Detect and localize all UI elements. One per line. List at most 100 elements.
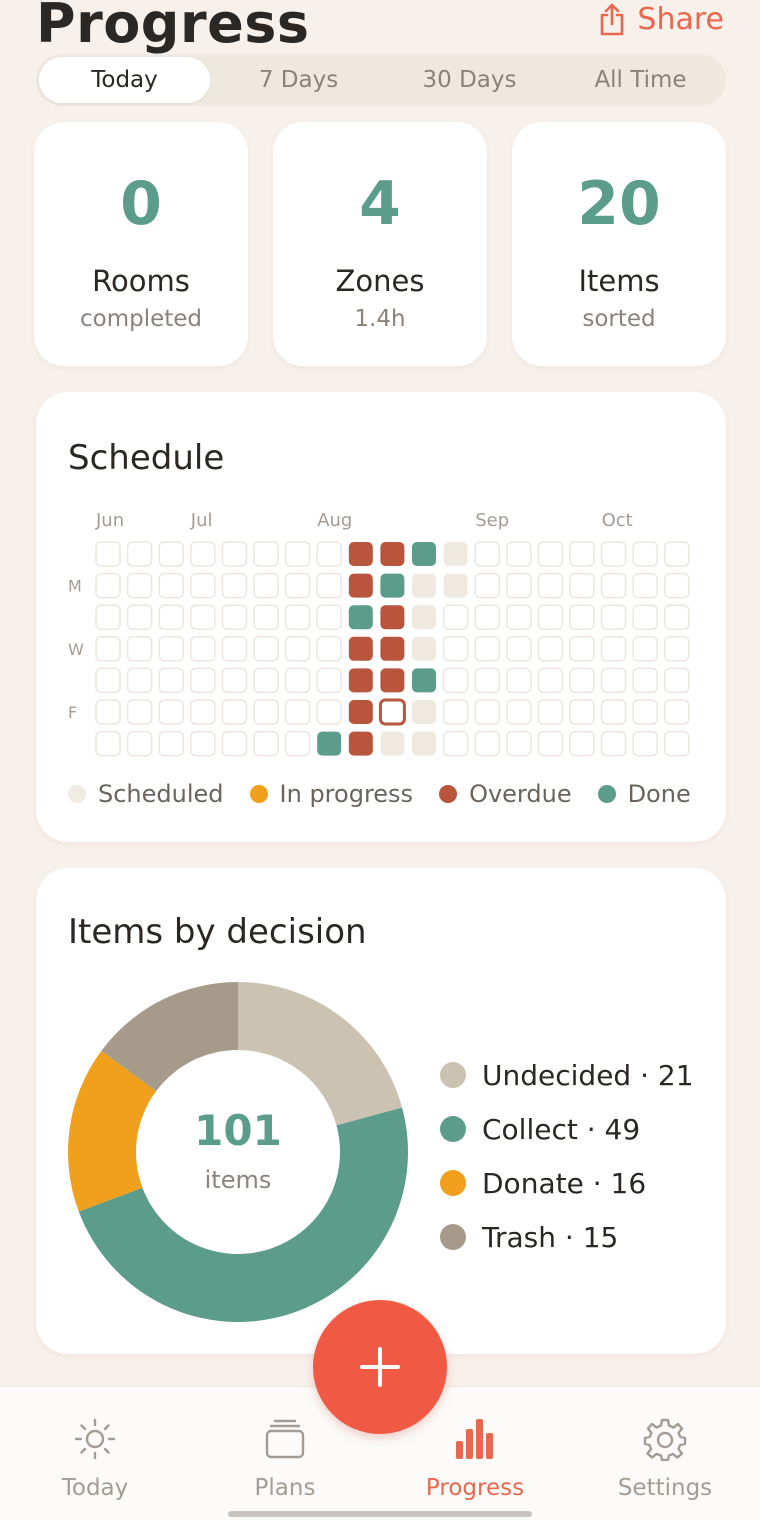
heatmap-cell-empty[interactable] — [190, 699, 216, 725]
heatmap-cell-overdue[interactable] — [380, 542, 405, 566]
heatmap-cell-empty[interactable] — [600, 636, 627, 662]
heatmap-cell-empty[interactable] — [284, 699, 311, 725]
heatmap-cell-empty[interactable] — [442, 730, 469, 757]
heatmap-cell-empty[interactable] — [316, 667, 342, 694]
heatmap-cell-empty[interactable] — [158, 541, 184, 567]
heatmap-cell-empty[interactable] — [126, 636, 153, 662]
segment-all-time[interactable]: All Time — [555, 54, 726, 106]
heatmap-cell-empty[interactable] — [537, 730, 564, 757]
heatmap-cell-empty[interactable] — [600, 541, 627, 567]
heatmap-cell-done[interactable] — [380, 573, 405, 598]
heatmap-cell-empty[interactable] — [474, 667, 500, 694]
heatmap-cell-empty[interactable] — [253, 667, 279, 694]
heatmap-cell-empty[interactable] — [316, 604, 342, 630]
tab-progress[interactable]: Progress — [400, 1417, 550, 1501]
heatmap-cell-empty[interactable] — [284, 572, 311, 599]
heatmap-cell-empty[interactable] — [600, 730, 627, 757]
heatmap-cell-empty[interactable] — [632, 699, 658, 725]
heatmap-cell-empty[interactable] — [474, 699, 500, 725]
heatmap-cell-overdue[interactable] — [380, 636, 405, 661]
heatmap-cell-empty[interactable] — [569, 699, 595, 725]
heatmap-cell-empty[interactable] — [158, 667, 184, 694]
heatmap-cell-empty[interactable] — [221, 699, 248, 725]
heatmap-cell-empty[interactable] — [95, 604, 121, 630]
heatmap-cell-empty[interactable] — [126, 604, 153, 630]
heatmap-cell-overdue[interactable] — [348, 668, 373, 693]
heatmap-cell-empty[interactable] — [474, 541, 500, 567]
heatmap-cell-empty[interactable] — [221, 636, 248, 662]
heatmap-cell-empty[interactable] — [442, 667, 469, 694]
heatmap-cell-empty[interactable] — [569, 636, 595, 662]
heatmap-cell-empty[interactable] — [158, 636, 184, 662]
heatmap-cell-empty[interactable] — [506, 636, 532, 662]
heatmap-cell-empty[interactable] — [253, 699, 279, 725]
heatmap-cell-empty[interactable] — [126, 730, 153, 757]
heatmap-cell-empty[interactable] — [664, 636, 690, 662]
heatmap-cell-empty[interactable] — [221, 730, 248, 757]
heatmap-cell-empty[interactable] — [221, 572, 248, 599]
heatmap-cell-empty[interactable] — [221, 604, 248, 630]
heatmap-cell-empty[interactable] — [316, 572, 342, 599]
heatmap-cell-scheduled[interactable] — [443, 573, 468, 598]
heatmap-cell-empty[interactable] — [664, 667, 690, 694]
segment-today[interactable]: Today — [39, 57, 210, 103]
heatmap-cell-empty[interactable] — [316, 699, 342, 725]
heatmap-cell-empty[interactable] — [537, 699, 564, 725]
heatmap-cell-empty[interactable] — [664, 730, 690, 757]
heatmap-cell-overdue[interactable] — [348, 700, 373, 724]
heatmap-cell-scheduled[interactable] — [380, 731, 405, 756]
segment-7-days[interactable]: 7 Days — [213, 54, 384, 106]
heatmap-cell-overdue[interactable] — [348, 731, 373, 756]
heatmap-cell-empty[interactable] — [253, 541, 279, 567]
heatmap-cell-empty[interactable] — [95, 667, 121, 694]
heatmap-cell-overdue[interactable] — [348, 636, 373, 661]
heatmap-cell-empty[interactable] — [506, 572, 532, 599]
heatmap-cell-empty[interactable] — [158, 604, 184, 630]
heatmap-cell-empty[interactable] — [221, 541, 248, 567]
heatmap-cell-empty[interactable] — [569, 541, 595, 567]
heatmap-cell-empty[interactable] — [442, 636, 469, 662]
heatmap-cell-empty[interactable] — [253, 572, 279, 599]
heatmap-cell-empty[interactable] — [506, 730, 532, 757]
heatmap-cell-empty[interactable] — [158, 730, 184, 757]
heatmap-cell-scheduled[interactable] — [412, 573, 436, 598]
heatmap-cell-empty[interactable] — [158, 572, 184, 599]
heatmap-cell-empty[interactable] — [221, 667, 248, 694]
heatmap-cell-empty[interactable] — [95, 699, 121, 725]
heatmap-cell-empty[interactable] — [190, 572, 216, 599]
heatmap-cell-empty[interactable] — [506, 699, 532, 725]
heatmap-cell-empty[interactable] — [284, 541, 311, 567]
heatmap-cell-empty[interactable] — [569, 604, 595, 630]
heatmap-cell-scheduled[interactable] — [412, 636, 436, 661]
heatmap-cell-empty[interactable] — [632, 636, 658, 662]
tab-today[interactable]: Today — [20, 1417, 170, 1501]
heatmap-cell-empty[interactable] — [664, 604, 690, 630]
heatmap-cell-empty[interactable] — [316, 636, 342, 662]
heatmap-cell-empty[interactable] — [569, 667, 595, 694]
heatmap-cell-empty[interactable] — [537, 541, 564, 567]
heatmap-cell-empty[interactable] — [253, 636, 279, 662]
heatmap-cell-overdue[interactable] — [380, 605, 405, 630]
heatmap-cell-empty[interactable] — [284, 636, 311, 662]
heatmap-cell-empty[interactable] — [95, 572, 121, 599]
heatmap-cell-empty[interactable] — [190, 730, 216, 757]
heatmap-cell-empty[interactable] — [126, 541, 153, 567]
heatmap-cell-empty[interactable] — [158, 699, 184, 725]
heatmap-cell-empty[interactable] — [537, 667, 564, 694]
heatmap-cell-empty[interactable] — [284, 604, 311, 630]
heatmap-cell-empty[interactable] — [664, 572, 690, 599]
heatmap-cell-empty[interactable] — [474, 730, 500, 757]
heatmap-cell-today[interactable] — [378, 698, 406, 726]
heatmap-cell-empty[interactable] — [600, 572, 627, 599]
heatmap-cell-empty[interactable] — [95, 730, 121, 757]
heatmap-cell-empty[interactable] — [253, 730, 279, 757]
heatmap-cell-empty[interactable] — [632, 604, 658, 630]
heatmap-cell-overdue[interactable] — [348, 542, 373, 566]
heatmap-cell-empty[interactable] — [284, 667, 311, 694]
heatmap-cell-done[interactable] — [412, 668, 436, 693]
heatmap-cell-empty[interactable] — [600, 667, 627, 694]
heatmap-cell-empty[interactable] — [190, 636, 216, 662]
heatmap-cell-empty[interactable] — [95, 541, 121, 567]
heatmap-cell-empty[interactable] — [442, 699, 469, 725]
heatmap-cell-scheduled[interactable] — [443, 542, 468, 566]
